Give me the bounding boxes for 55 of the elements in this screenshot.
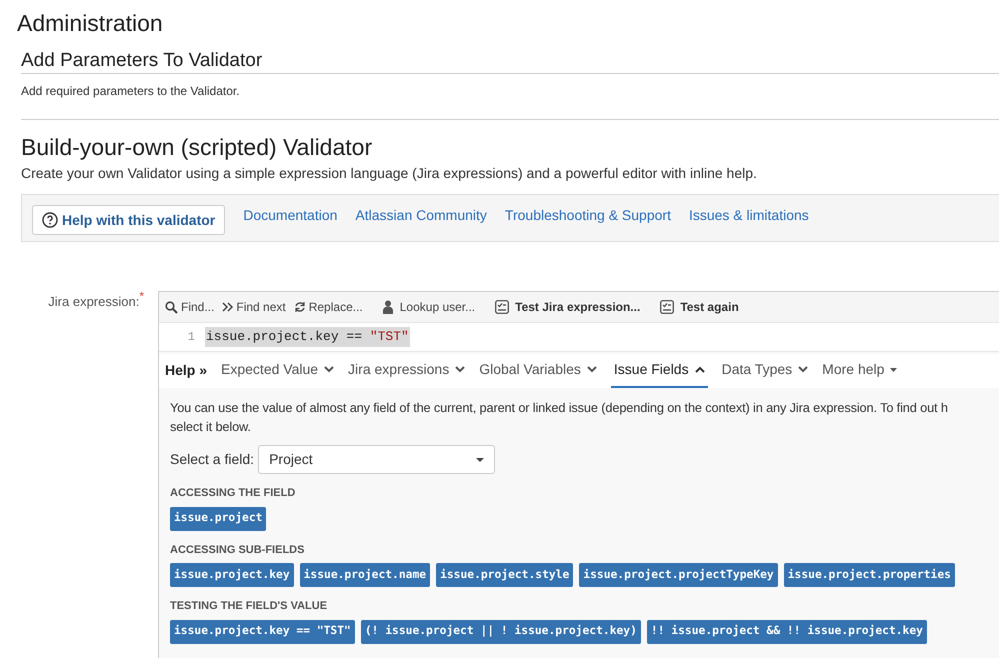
help-text: You can use the value of almost any field of the current, parent or linked issue (depending on the context) in any Jira expression. To find out h select it below. bbox=[170, 399, 949, 436]
code-snippet[interactable]: issue.project.projectTypeKey bbox=[579, 563, 778, 587]
chevron-down-icon bbox=[798, 366, 808, 373]
help-link[interactable]: Troubleshooting & Support bbox=[504, 205, 671, 226]
group-heading: ACCESSING THE FIELD bbox=[170, 486, 296, 501]
refresh-icon bbox=[294, 301, 306, 313]
code-snippet[interactable]: issue.project.properties bbox=[784, 563, 955, 587]
validator-title: Build-your-own (scripted) Validator bbox=[21, 133, 374, 161]
caret-icon bbox=[890, 368, 898, 372]
help-tab[interactable]: Issue Fields bbox=[610, 359, 708, 388]
person-icon bbox=[382, 300, 393, 314]
group-heading: TESTING THE FIELD'S VALUE bbox=[170, 599, 328, 614]
chevron-down-icon bbox=[455, 366, 466, 373]
toolbar-button[interactable]: Find next bbox=[222, 298, 286, 316]
field-label: Jira expression: bbox=[48, 293, 140, 311]
double-chevron-icon bbox=[222, 302, 234, 312]
group-heading: ACCESSING SUB-FIELDS bbox=[170, 542, 306, 558]
chevron-down-icon bbox=[586, 366, 597, 373]
toolbar-button[interactable]: Lookup user... bbox=[382, 298, 476, 316]
search-icon bbox=[165, 300, 178, 314]
question-icon bbox=[42, 212, 58, 228]
code-snippet[interactable]: !! issue.project && !! issue.project.key bbox=[646, 620, 927, 644]
section-title: Add Parameters To Validator bbox=[21, 50, 999, 74]
page-title: Administration bbox=[16, 9, 164, 38]
toolbar-button[interactable]: Test again bbox=[660, 298, 739, 316]
code-snippet[interactable]: issue.project.name bbox=[300, 563, 430, 587]
help-tab[interactable]: Global Variables bbox=[479, 359, 597, 388]
select-label: Select a field: bbox=[170, 450, 254, 469]
code-snippet[interactable]: issue.project.style bbox=[436, 563, 574, 587]
help-label: Help » bbox=[165, 361, 208, 380]
chevron-up-icon bbox=[694, 366, 705, 373]
help-tab[interactable]: Expected Value bbox=[221, 359, 334, 388]
field-dropdown[interactable]: Project bbox=[258, 445, 496, 474]
help-link[interactable]: Issues & limitations bbox=[688, 205, 809, 226]
help-tab[interactable]: Data Types bbox=[722, 359, 808, 388]
help-tab[interactable]: More help bbox=[822, 359, 898, 388]
caret-icon bbox=[476, 458, 484, 462]
help-link[interactable]: Atlassian Community bbox=[355, 205, 487, 226]
checklist-icon bbox=[495, 300, 510, 314]
line-number: 1 bbox=[186, 329, 196, 346]
toolbar-button[interactable]: Find... bbox=[165, 298, 214, 316]
required-mark: * bbox=[139, 288, 144, 305]
code-snippet[interactable]: issue.project.key bbox=[170, 563, 294, 587]
section-description: Add required parameters to the Validator. bbox=[21, 83, 241, 100]
checklist-icon bbox=[660, 300, 674, 314]
validator-description: Create your own Validator using a simple expression language (Jira expressions) and a powerful editor with inline help. bbox=[21, 164, 758, 183]
code-snippet[interactable]: issue.project.key == "TST" bbox=[170, 620, 355, 644]
help-link[interactable]: Documentation bbox=[243, 205, 338, 226]
toolbar-button[interactable]: Test Jira expression... bbox=[495, 298, 640, 316]
code-snippet[interactable]: issue.project bbox=[170, 506, 266, 530]
toolbar-button[interactable]: Replace... bbox=[294, 298, 363, 316]
code-snippet[interactable]: (! issue.project || ! issue.project.key) bbox=[360, 620, 641, 644]
help-tab[interactable]: Jira expressions bbox=[348, 359, 466, 388]
help-button[interactable]: Help with this validator bbox=[32, 205, 226, 235]
chevron-down-icon bbox=[324, 366, 334, 373]
